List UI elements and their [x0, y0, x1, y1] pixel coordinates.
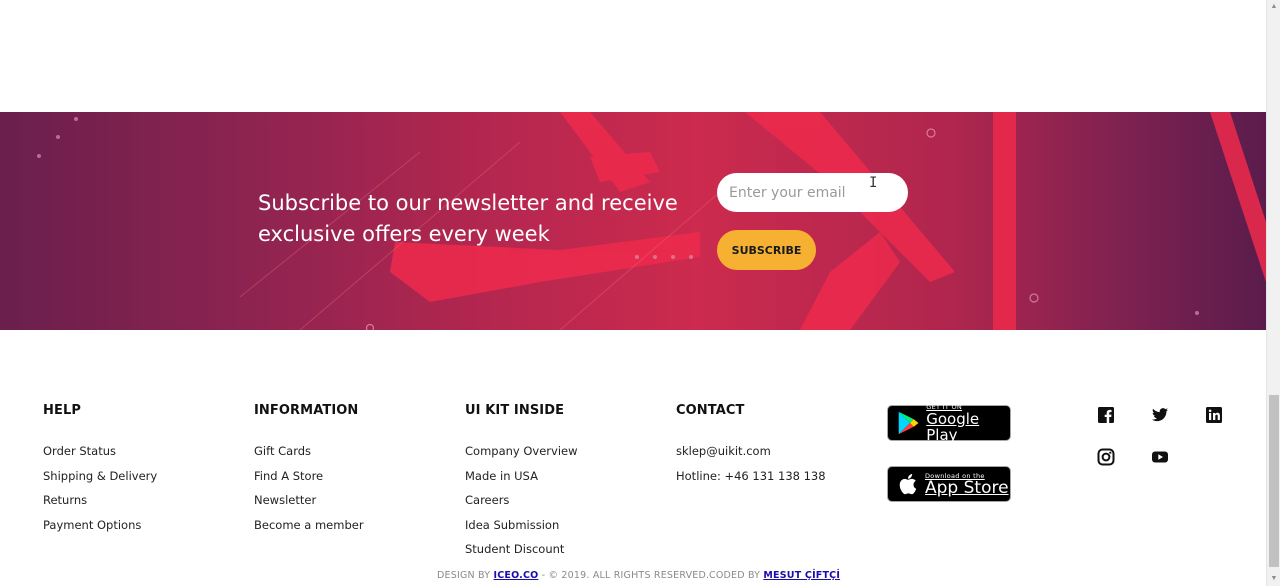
youtube-icon[interactable] — [1151, 448, 1169, 466]
google-play-big-text: Google Play — [926, 410, 980, 444]
footer-link[interactable]: Gift Cards — [254, 443, 364, 468]
footer-column-ui-kit-inside: UI KIT INSIDE Company Overview Made in U… — [465, 403, 578, 566]
coded-credit: CODED BY MESUT ÇİFTÇİ — [709, 570, 841, 581]
column-title: HELP — [43, 403, 81, 418]
footer-link[interactable]: Careers — [465, 492, 578, 517]
footer-link[interactable]: Company Overview — [465, 443, 578, 468]
scroll-up-arrow-icon[interactable]: ▲ — [1267, 0, 1280, 14]
footer-link[interactable]: Newsletter — [254, 492, 364, 517]
newsletter-title: Subscribe to our newsletter and receive … — [258, 191, 678, 246]
subscribe-button[interactable]: SUBSCRIBE — [717, 230, 816, 270]
footer-link[interactable]: Made in USA — [465, 468, 578, 493]
footer-link[interactable]: Student Discount — [465, 541, 578, 566]
footer-column-contact: CONTACT sklep@uikit.com Hotline: +46 131… — [676, 403, 826, 492]
vertical-scrollbar[interactable]: ▲ ▼ — [1266, 0, 1280, 586]
footer-link[interactable]: Returns — [43, 492, 157, 517]
site-footer: HELP Order Status Shipping & Delivery Re… — [0, 330, 1266, 586]
footer-link[interactable]: Become a member — [254, 517, 364, 542]
footer-link[interactable]: Idea Submission — [465, 517, 578, 542]
app-store-button[interactable]: Download on the App Store — [887, 466, 1011, 502]
google-play-button[interactable]: GET IT ON Google Play — [887, 403, 1011, 444]
footer-column-information: INFORMATION Gift Cards Find A Store News… — [254, 403, 364, 541]
blank-top-area — [0, 0, 1266, 112]
footer-link[interactable]: Find A Store — [254, 468, 364, 493]
footer-link[interactable]: Payment Options — [43, 517, 157, 542]
twitter-icon[interactable] — [1151, 406, 1169, 424]
column-title: UI KIT INSIDE — [465, 403, 565, 418]
iceo-link[interactable]: ICEO.CO — [493, 570, 538, 581]
column-title: CONTACT — [676, 403, 745, 418]
email-input[interactable] — [717, 173, 908, 212]
contact-hotline: Hotline: +46 131 138 138 — [676, 468, 826, 483]
scroll-thumb[interactable] — [1269, 395, 1279, 567]
instagram-icon[interactable] — [1097, 448, 1115, 466]
author-link[interactable]: MESUT ÇİFTÇİ — [763, 570, 840, 581]
text-cursor-icon: I — [869, 175, 878, 191]
design-credit: DESIGN BY ICEO.CO - © 2019. ALL RIGHTS R… — [437, 570, 710, 581]
apple-icon — [899, 474, 917, 495]
app-store-big-text: App Store — [925, 478, 1009, 498]
column-title: INFORMATION — [254, 403, 359, 418]
newsletter-banner: Subscribe to our newsletter and receive … — [0, 112, 1266, 330]
footer-column-help: HELP Order Status Shipping & Delivery Re… — [43, 403, 157, 541]
linkedin-icon[interactable] — [1205, 406, 1223, 424]
scroll-down-arrow-icon[interactable]: ▼ — [1267, 572, 1280, 586]
footer-link[interactable]: Order Status — [43, 443, 157, 468]
google-play-icon — [898, 411, 919, 435]
contact-email[interactable]: sklep@uikit.com — [676, 443, 826, 468]
facebook-icon[interactable] — [1097, 406, 1115, 424]
footer-link[interactable]: Shipping & Delivery — [43, 468, 157, 493]
